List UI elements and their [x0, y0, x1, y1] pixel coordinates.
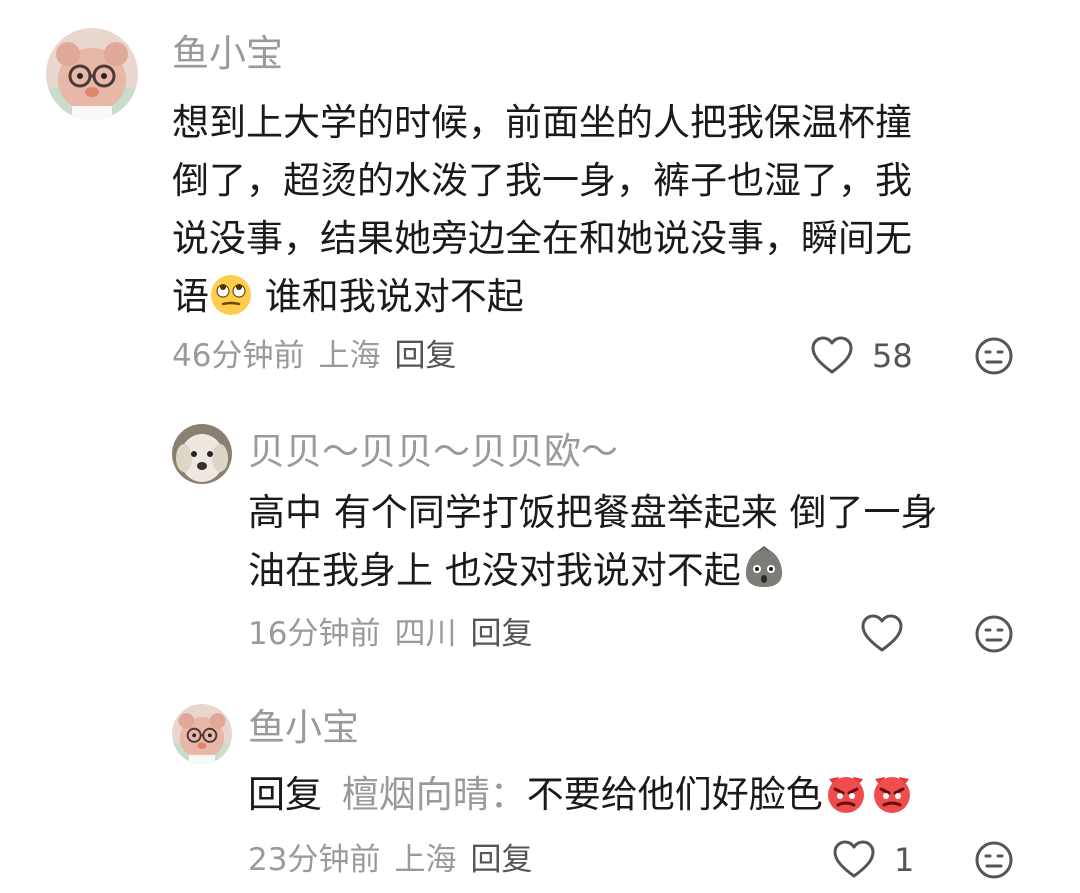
reply-button[interactable]: 回复 [394, 338, 456, 374]
heart-outline-icon [861, 614, 903, 652]
eye-roll-emoji [209, 273, 253, 317]
reply-button[interactable]: 回复 [470, 842, 532, 878]
dislike-button[interactable] [974, 840, 1014, 880]
frown-face-icon [975, 337, 1013, 375]
comment-text: 想到上大学的时候，前面坐的人把我保温杯撞 倒了，超烫的水泼了我一身，裤子也湿了，… [172, 94, 912, 326]
white-dog-avatar-image [172, 424, 232, 484]
heart-outline-icon [811, 336, 853, 374]
plush-bear-avatar-image [172, 704, 232, 764]
comment-text-line: 回复 檀烟向晴：不要给他们好脸色 [248, 766, 915, 824]
comment-text: 回复 檀烟向晴：不要给他们好脸色 [248, 766, 915, 824]
avatar[interactable] [172, 424, 232, 484]
comment-text-line: 想到上大学的时候，前面坐的人把我保温杯撞 [172, 101, 912, 144]
dislike-button[interactable] [974, 614, 1014, 654]
comment-text-segment: 油在我身上 也没对我说对不起 [248, 549, 741, 592]
comment-time: 46分钟前 [172, 338, 305, 374]
frown-face-icon [975, 841, 1013, 879]
like-button[interactable] [860, 612, 904, 656]
heart-outline-icon [833, 840, 875, 878]
reply-prefix: 回复 [248, 773, 322, 816]
shocked-rock-emoji [741, 545, 787, 591]
reply-button[interactable]: 回复 [470, 616, 532, 652]
comment-location: 上海 [394, 842, 457, 878]
comment-text-line: 高中 有个同学打饭把餐盘举起来 倒了一身 [248, 491, 938, 534]
like-button[interactable]: 1 [832, 838, 914, 882]
like-count: 58 [872, 337, 913, 375]
angry-devil-emoji [823, 769, 915, 815]
comment-username[interactable]: 贝贝～贝贝～贝贝欧～ [248, 430, 618, 474]
comment-time: 16分钟前 [248, 616, 381, 652]
dislike-button[interactable] [974, 336, 1014, 376]
comment-text-segment: 语 [172, 275, 209, 318]
reply-target-username[interactable]: 檀烟向晴： [342, 773, 527, 816]
comment-meta: 46分钟前 上海 回复 [172, 336, 456, 376]
comment-meta: 23分钟前 上海 回复 [248, 840, 532, 880]
avatar[interactable] [172, 704, 232, 764]
comment-username[interactable]: 鱼小宝 [248, 706, 359, 750]
comment-time: 23分钟前 [248, 842, 381, 878]
comment-item: 鱼小宝 想到上大学的时候，前面坐的人把我保温杯撞 倒了，超烫的水泼了我一身，裤子… [0, 0, 1080, 400]
comment-location: 上海 [318, 338, 381, 374]
comment-text: 高中 有个同学打饭把餐盘举起来 倒了一身 油在我身上 也没对我说对不起 [248, 484, 938, 600]
like-button[interactable]: 58 [810, 334, 913, 378]
comment-meta: 16分钟前 四川 回复 [248, 614, 532, 654]
comment-text-line: 语 谁和我说对不起 [172, 268, 912, 326]
reply-comment-item: 贝贝～贝贝～贝贝欧～ 高中 有个同学打饭把餐盘举起来 倒了一身 油在我身上 也没… [0, 400, 1080, 690]
comment-text-segment: 谁和我说对不起 [253, 275, 524, 318]
comment-text-line: 油在我身上 也没对我说对不起 [248, 542, 938, 600]
comment-text-line: 倒了，超烫的水泼了我一身，裤子也湿了，我 [172, 159, 912, 202]
reply-comment-item: 鱼小宝 回复 檀烟向晴：不要给他们好脸色 23分钟前 上海 回复 1 [0, 690, 1080, 893]
comment-location: 四川 [394, 616, 457, 652]
plush-bear-avatar-image [46, 28, 138, 120]
avatar[interactable] [46, 28, 138, 120]
comment-text-line: 说没事，结果她旁边全在和她说没事，瞬间无 [172, 217, 912, 260]
frown-face-icon [975, 615, 1013, 653]
comment-username[interactable]: 鱼小宝 [172, 32, 283, 76]
comment-text-segment: 不要给他们好脸色 [526, 773, 823, 816]
like-count: 1 [894, 841, 915, 879]
